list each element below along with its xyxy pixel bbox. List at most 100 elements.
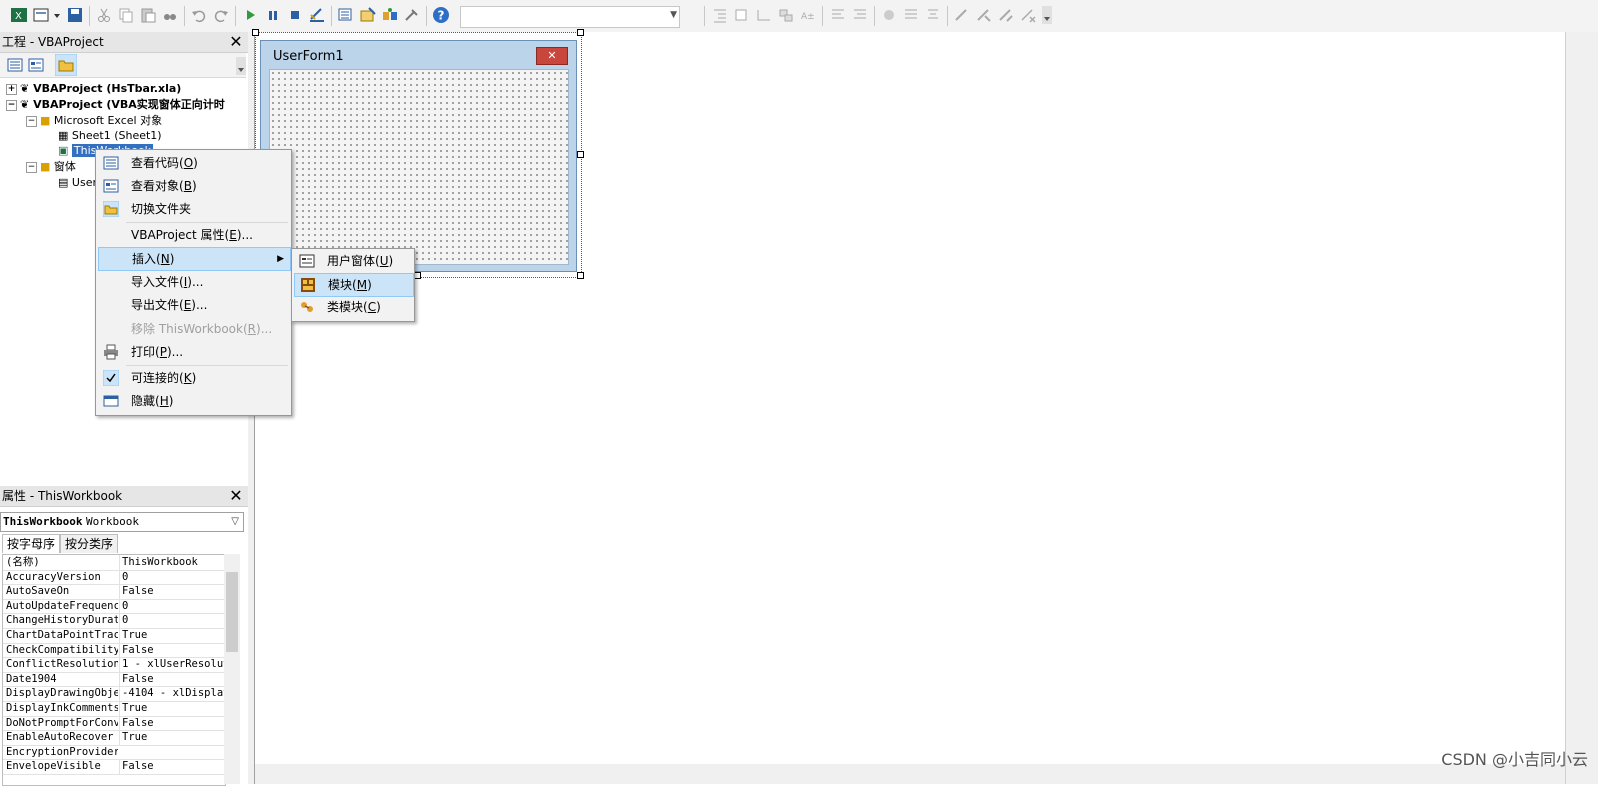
menu-item-remove: 移除 ThisWorkbook(R)...: [131, 322, 273, 336]
tree-item-hstbar-project[interactable]: + ❦ VBAProject (HsTbar.xla): [6, 81, 181, 96]
outdent-icon[interactable]: [733, 6, 751, 24]
resize-handle[interactable]: [577, 272, 584, 279]
cut-icon[interactable]: [95, 6, 113, 24]
menu-item-dockable[interactable]: 可连接的(K): [98, 367, 289, 389]
dropdown-arrow-icon[interactable]: [53, 6, 61, 24]
next-bookmark-icon[interactable]: [975, 6, 993, 24]
close-icon[interactable]: ✕: [226, 32, 246, 52]
find-icon[interactable]: [161, 6, 179, 24]
property-row[interactable]: ChangeHistoryDurati 0: [3, 613, 225, 629]
list-properties-icon[interactable]: [755, 6, 773, 24]
uncomment-block-icon[interactable]: [851, 6, 869, 24]
parameter-info-icon[interactable]: [924, 6, 942, 24]
menu-item-view-code[interactable]: 查看代码(O): [98, 152, 289, 174]
prev-bookmark-icon[interactable]: [997, 6, 1015, 24]
chevron-down-icon[interactable]: ▽: [231, 513, 239, 531]
run-icon[interactable]: [242, 6, 260, 24]
indent-icon[interactable]: [711, 6, 729, 24]
folder-icon: ■: [40, 114, 51, 127]
stop-icon[interactable]: [286, 6, 304, 24]
resize-handle[interactable]: [577, 151, 584, 158]
collapse-icon[interactable]: −: [26, 161, 37, 173]
designer-bottom-edge: [255, 764, 1565, 784]
property-row[interactable]: DisplayDrawingObjec -4104 - xlDisplayS: [3, 686, 225, 702]
clear-bookmarks-icon[interactable]: [1019, 6, 1037, 24]
collapse-icon[interactable]: −: [6, 99, 17, 111]
chevron-down-icon[interactable]: ▼: [670, 10, 677, 20]
menu-item-insert[interactable]: 插入(N) ▶: [98, 247, 291, 271]
menu-item-print[interactable]: 打印(P)...: [98, 341, 289, 363]
property-row[interactable]: AutoUpdateFrequency 0: [3, 598, 225, 615]
copy-icon[interactable]: [117, 6, 135, 24]
tree-item-forms[interactable]: − ■ 窗体: [26, 159, 76, 174]
menu-item-project-properties[interactable]: VBAProject 属性(E)...: [98, 224, 289, 246]
chevron-down-icon[interactable]: [236, 57, 246, 75]
menu-item-hide[interactable]: 隐藏(H): [98, 390, 289, 412]
property-row[interactable]: (名称) ThisWorkbook: [3, 555, 225, 571]
design-mode-icon[interactable]: [308, 6, 326, 24]
project-pane-title: 工程 - VBAProject ✕: [0, 32, 248, 53]
toolbar-options-icon[interactable]: [1042, 6, 1052, 24]
toolbox-icon[interactable]: [403, 6, 421, 24]
menu-item-insert-class-module[interactable]: 类模块(C): [294, 296, 412, 318]
view-code-icon[interactable]: [6, 56, 24, 74]
quick-info-icon[interactable]: A±: [799, 6, 817, 24]
undo-icon[interactable]: [190, 6, 208, 24]
menu-item-export-file[interactable]: 导出文件(E)...: [98, 294, 289, 316]
vertical-scrollbar[interactable]: [224, 554, 240, 784]
resize-handle[interactable]: [252, 29, 259, 36]
property-row[interactable]: AccuracyVersion 0: [3, 569, 225, 586]
view-code-icon: [103, 156, 119, 170]
resize-handle[interactable]: [577, 29, 584, 36]
tab-categorized[interactable]: 按分类序: [60, 534, 119, 553]
menu-item-view-object[interactable]: 查看对象(B): [98, 175, 289, 197]
property-row[interactable]: ChartDataPointTrack True: [3, 628, 225, 644]
view-object-icon[interactable]: [27, 56, 45, 74]
tab-alphabetic[interactable]: 按字母序: [2, 534, 61, 553]
menu-item-import-file[interactable]: 导入文件(I)...: [98, 271, 289, 293]
collapse-icon[interactable]: −: [26, 115, 37, 127]
menu-item-insert-module[interactable]: 模块(M): [294, 273, 414, 297]
property-row[interactable]: Date1904 False: [3, 671, 225, 688]
toggle-breakpoint-icon[interactable]: [880, 6, 898, 24]
paste-icon[interactable]: [139, 6, 157, 24]
tree-item-sheet1[interactable]: ▦ Sheet1 (Sheet1): [58, 128, 162, 143]
property-row[interactable]: DoNotPromptForConve False: [3, 715, 225, 732]
property-row[interactable]: DisplayInkComments True: [3, 701, 225, 717]
userform-window[interactable]: UserForm1 ✕: [260, 40, 577, 272]
userform-title: UserForm1: [273, 49, 344, 64]
property-row[interactable]: EncryptionProvider: [3, 745, 225, 761]
property-row[interactable]: ConflictResolution 1 - xlUserResoluti: [3, 657, 225, 673]
tree-item-vba-project[interactable]: − ❦ VBAProject (VBA实现窗体正向计时: [6, 97, 246, 112]
excel-icon[interactable]: X: [10, 6, 28, 24]
workbook-icon: ▣: [58, 144, 69, 157]
property-row[interactable]: CheckCompatibility False: [3, 642, 225, 659]
userform-close-icon[interactable]: ✕: [536, 47, 568, 65]
position-combo[interactable]: ▼: [460, 6, 680, 28]
userform-design-grid[interactable]: [269, 69, 569, 265]
object-browser-icon[interactable]: [381, 6, 399, 24]
properties-window-icon[interactable]: [359, 6, 377, 24]
resize-handle[interactable]: [414, 272, 421, 279]
expand-icon[interactable]: +: [6, 83, 17, 95]
save-icon[interactable]: [66, 6, 84, 24]
property-row[interactable]: EnableAutoRecover True: [3, 730, 225, 746]
object-select[interactable]: ThisWorkbook Workbook ▽: [0, 512, 244, 532]
close-icon[interactable]: ✕: [226, 486, 246, 506]
menu-item-toggle-folders[interactable]: 切换文件夹: [98, 198, 289, 220]
redo-icon[interactable]: [212, 6, 230, 24]
word-complete-icon[interactable]: [902, 6, 920, 24]
menu-item-insert-userform[interactable]: 用户窗体(U): [294, 250, 412, 272]
list-constants-icon[interactable]: [777, 6, 795, 24]
comment-block-icon[interactable]: [829, 6, 847, 24]
scrollbar-thumb[interactable]: [226, 572, 238, 652]
project-explorer-icon[interactable]: [337, 6, 355, 24]
help-icon[interactable]: ?: [432, 6, 450, 24]
tree-item-excel-objects[interactable]: − ■ Microsoft Excel 对象: [26, 113, 162, 128]
insert-userform-icon[interactable]: [33, 6, 51, 24]
property-row[interactable]: AutoSaveOn False: [3, 584, 225, 600]
pause-icon[interactable]: [264, 6, 282, 24]
bookmark-icon[interactable]: [953, 6, 971, 24]
property-row[interactable]: EnvelopeVisible False: [3, 759, 225, 775]
toggle-folders-icon[interactable]: [55, 54, 77, 76]
